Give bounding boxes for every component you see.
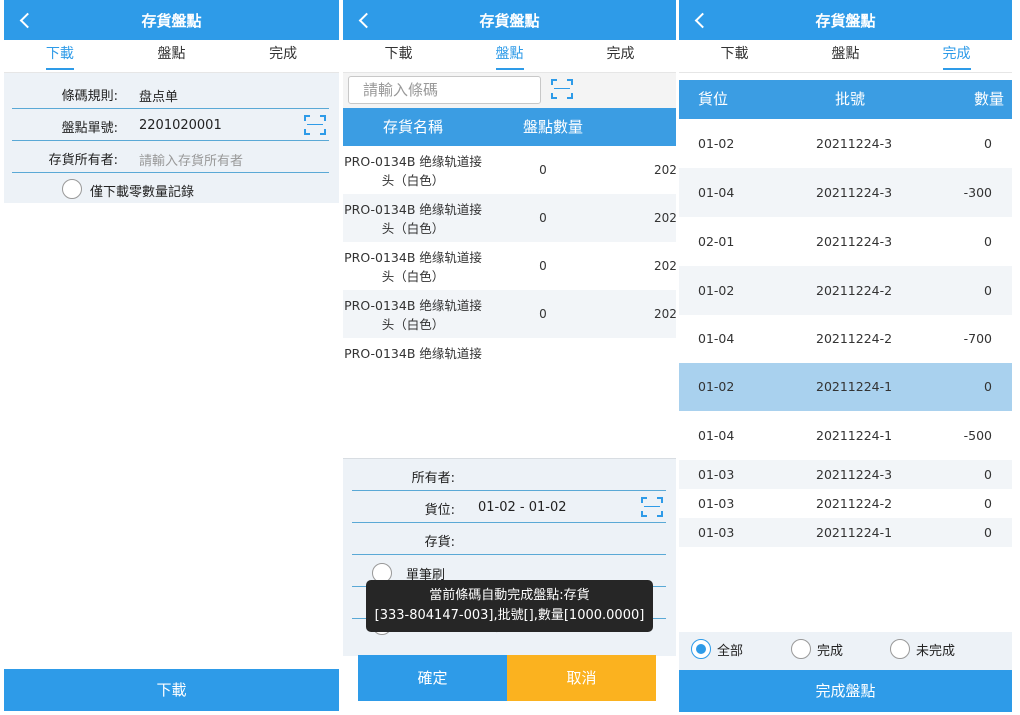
tab-count[interactable]: 盤點 xyxy=(116,40,228,72)
table-row[interactable]: PRO-0134B 绝缘轨道接 头（白色） 0 202 xyxy=(343,146,676,194)
location-label: 貨位: xyxy=(424,503,455,518)
page-title: 存貨盤點 xyxy=(815,11,876,30)
confirm-button[interactable]: 確定 xyxy=(358,655,507,701)
owner-row: 存貨所有者: 請輸入存貨所有者 xyxy=(4,141,339,173)
tab-bar: 下載 盤點 完成 xyxy=(343,40,676,73)
item-name: PRO-0134B 绝缘轨道接 头（白色） xyxy=(344,202,482,236)
back-icon[interactable] xyxy=(691,9,711,31)
radio-selected[interactable] xyxy=(691,639,711,659)
tab-done[interactable]: 完成 xyxy=(565,40,676,72)
zero-only-radio[interactable] xyxy=(62,179,82,199)
status-filter: 全部 完成 未完成 xyxy=(679,632,1012,670)
item-qty: 0 xyxy=(539,211,547,225)
search-bar: 請輸入條碼 xyxy=(343,73,676,108)
table-row[interactable]: 01-04 20211224-1 -500 xyxy=(679,411,1012,460)
column-header: 盤點數量 xyxy=(522,118,583,136)
barcode-rule-label: 條碼規則: xyxy=(61,89,118,104)
zero-only-row: 僅下載零數量記錄 xyxy=(4,173,339,205)
item-batch: 202 xyxy=(654,259,676,273)
item-qty: 0 xyxy=(539,307,547,321)
location-input[interactable]: 01-02 - 01-02 xyxy=(478,500,567,515)
cancel-button[interactable]: 取消 xyxy=(507,655,656,701)
tab-count[interactable]: 盤點 xyxy=(790,40,901,72)
location-row: 貨位: 01-02 - 01-02 xyxy=(343,491,676,523)
page-title: 存貨盤點 xyxy=(479,11,540,30)
download-button[interactable]: 下載 xyxy=(4,669,339,711)
table-header: 貨位 批號 數量 xyxy=(679,80,1012,119)
column-header: 貨位 xyxy=(698,90,729,108)
count-no-label: 盤點單號: xyxy=(61,121,118,136)
tab-bar: 下載 盤點 完成 xyxy=(4,40,339,73)
table-row[interactable]: PRO-0134B 绝缘轨道接 头（白色） 0 202 xyxy=(343,242,676,290)
item-batch: 202 xyxy=(654,211,676,225)
tab-download[interactable]: 下載 xyxy=(679,40,790,72)
item-qty: 0 xyxy=(539,259,547,273)
item-name: PRO-0134B 绝缘轨道接 头（白色） xyxy=(344,250,482,284)
table-header: 存貨名稱 盤點數量 xyxy=(343,108,676,146)
zero-only-label: 僅下載零數量記錄 xyxy=(90,185,195,200)
scan-icon[interactable] xyxy=(304,115,326,135)
item-name: PRO-0134B 绝缘轨道接 头（白色） xyxy=(344,298,482,332)
filter-undone[interactable]: 未完成 xyxy=(890,639,955,659)
table-row[interactable]: PRO-0134B 绝缘轨道接 头（白色） 0 202 xyxy=(343,290,676,338)
table-row[interactable]: 01-03 20211224-3 0 xyxy=(679,460,1012,489)
table-row[interactable]: 01-03 20211224-2 0 xyxy=(679,489,1012,518)
scan-icon[interactable] xyxy=(551,79,573,99)
app-header: 存貨盤點 xyxy=(4,0,339,40)
toast-message: 當前條碼自動完成盤點:存貨 [333-804147-003],批號[],數量[1… xyxy=(366,580,653,632)
item-name: PRO-0134B 绝缘轨道接 xyxy=(344,346,482,361)
filter-done[interactable]: 完成 xyxy=(791,639,843,659)
back-icon[interactable] xyxy=(16,9,36,31)
radio[interactable] xyxy=(890,639,910,659)
tab-done[interactable]: 完成 xyxy=(901,40,1012,72)
column-header: 存貨名稱 xyxy=(382,118,443,136)
download-form: 條碼規則: 盘点单 盤點單號: 2201020001 存貨所有者: 請輸入存貨所… xyxy=(4,73,339,203)
download-screen: 存貨盤點 下載 盤點 完成 條碼規則: 盘点单 盤點單號: 2201020001… xyxy=(4,0,339,715)
filter-all[interactable]: 全部 xyxy=(691,639,743,659)
column-header: 批號 xyxy=(835,90,866,108)
tab-download[interactable]: 下載 xyxy=(4,40,116,72)
stock-label: 存貨: xyxy=(424,535,455,550)
tab-bar: 下載 盤點 完成 xyxy=(679,40,1012,73)
item-name: PRO-0134B 绝缘轨道接 头（白色） xyxy=(344,154,482,188)
item-batch: 202 xyxy=(654,163,676,177)
owner-label: 存貨所有者: xyxy=(48,153,118,168)
owner-input[interactable]: 請輸入存貨所有者 xyxy=(139,150,243,169)
tab-download[interactable]: 下載 xyxy=(343,40,454,72)
tab-count[interactable]: 盤點 xyxy=(454,40,565,72)
table-row[interactable]: 02-01 20211224-3 0 xyxy=(679,217,1012,266)
owner-row: 所有者: xyxy=(343,459,676,491)
table-row[interactable]: 01-04 20211224-2 -700 xyxy=(679,315,1012,363)
table-row[interactable]: PRO-0134B 绝缘轨道接 xyxy=(343,338,676,381)
count-screen: 存貨盤點 下載 盤點 完成 請輸入條碼 存貨名稱 盤點數量 PRO-0134B … xyxy=(343,0,676,715)
barcode-input[interactable]: 請輸入條碼 xyxy=(348,76,541,104)
scan-icon[interactable] xyxy=(641,497,663,517)
count-no-input[interactable]: 2201020001 xyxy=(139,118,222,133)
table-row[interactable]: 01-02 20211224-2 0 xyxy=(679,266,1012,315)
app-header: 存貨盤點 xyxy=(343,0,676,40)
table-row[interactable]: 01-04 20211224-3 -300 xyxy=(679,168,1012,217)
done-screen: 存貨盤點 下載 盤點 完成 貨位 批號 數量 01-02 20211224-3 0 … xyxy=(679,0,1012,715)
count-form: 所有者: 貨位: 01-02 - 01-02 存貨: 單筆刷 刪除 批號: 當前… xyxy=(343,458,676,656)
item-qty: 0 xyxy=(539,163,547,177)
stock-list[interactable]: PRO-0134B 绝缘轨道接 头（白色） 0 202 PRO-0134B 绝缘轨… xyxy=(343,146,676,381)
table-row[interactable]: 01-03 20211224-1 0 xyxy=(679,518,1012,547)
owner-label: 所有者: xyxy=(411,471,455,486)
radio[interactable] xyxy=(791,639,811,659)
table-row-selected[interactable]: 01-02 20211224-1 0 xyxy=(679,363,1012,411)
app-header: 存貨盤點 xyxy=(679,0,1012,40)
stock-row: 存貨: xyxy=(343,523,676,555)
tab-done[interactable]: 完成 xyxy=(227,40,339,72)
table-row[interactable]: PRO-0134B 绝缘轨道接 头（白色） 0 202 xyxy=(343,194,676,242)
back-icon[interactable] xyxy=(355,9,375,31)
page-title: 存貨盤點 xyxy=(141,11,202,30)
item-batch: 202 xyxy=(654,307,676,321)
barcode-rule-select[interactable]: 盘点单 xyxy=(139,86,178,105)
count-no-row: 盤點單號: 2201020001 xyxy=(4,109,339,141)
finish-count-button[interactable]: 完成盤點 xyxy=(679,670,1012,712)
column-header: 數量 xyxy=(973,90,1004,108)
barcode-rule-row: 條碼規則: 盘点单 xyxy=(4,77,339,109)
table-row[interactable]: 01-02 20211224-3 0 xyxy=(679,119,1012,168)
